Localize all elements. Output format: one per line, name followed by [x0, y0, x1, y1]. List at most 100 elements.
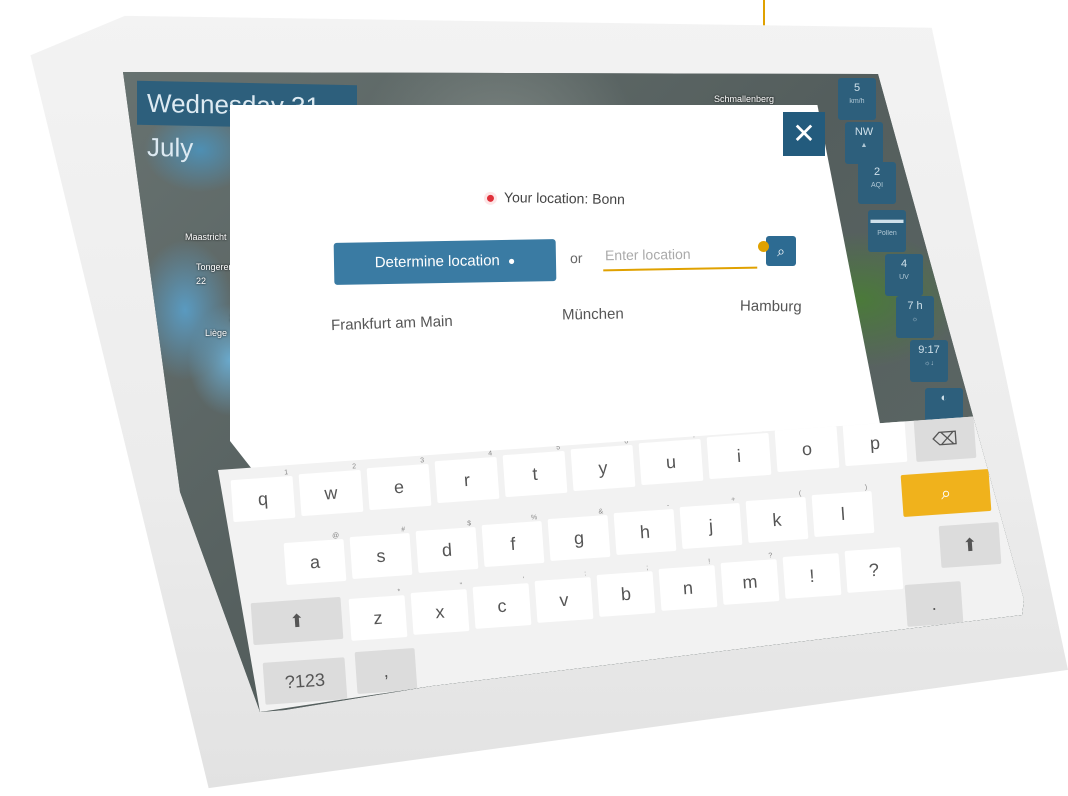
- side-panel-sub: UV: [899, 274, 909, 281]
- key-row3-8[interactable]: ?: [844, 547, 904, 593]
- key-label: f: [509, 533, 517, 555]
- side-panel-sub: ☼: [911, 316, 919, 323]
- key-j[interactable]: j +: [679, 496, 743, 550]
- symbols-key[interactable]: ?123: [262, 657, 348, 705]
- key-hint: &: [598, 508, 604, 516]
- key-label: ⌕: [940, 482, 952, 504]
- key-label: ?123: [284, 669, 326, 693]
- current-location-text: Your location: Bonn: [503, 189, 626, 208]
- key-l[interactable]: l): [811, 484, 875, 538]
- key-y[interactable]: y6: [570, 438, 636, 492]
- key-t[interactable]: t5: [502, 444, 568, 498]
- side-panel-value: 2: [873, 166, 881, 178]
- side-panel-sub: Pollen: [877, 230, 897, 237]
- key-s[interactable]: s #: [349, 526, 413, 580]
- side-panel-value: ◐: [940, 392, 948, 404]
- key-row3-7[interactable]: !: [782, 553, 842, 599]
- key-label: p: [869, 432, 881, 454]
- key-label: t: [531, 464, 539, 485]
- backspace-key[interactable]: ⌫: [913, 415, 977, 463]
- key-i[interactable]: i8: [706, 426, 772, 479]
- key-label: ⬆: [961, 534, 979, 556]
- key-hint: #: [401, 526, 406, 534]
- key-label: u: [665, 451, 677, 473]
- side-panel-value: NW: [854, 126, 874, 138]
- key-g[interactable]: g &: [547, 508, 611, 562]
- side-panel-item[interactable]: 9:17 ☼↓: [910, 340, 948, 382]
- determine-location-button[interactable]: Determine location ●: [333, 239, 557, 285]
- location-input[interactable]: [602, 238, 758, 272]
- key-label: ,: [382, 660, 390, 682]
- search-button[interactable]: ⌕: [766, 236, 796, 266]
- side-panel-item[interactable]: ▬▬▬ Pollen: [868, 210, 906, 252]
- side-panel-value: ▬▬▬: [870, 214, 904, 226]
- key-label: c: [496, 595, 508, 617]
- key-label: ⬆: [288, 610, 306, 632]
- key-hint: @: [331, 532, 340, 540]
- key-label: x: [434, 601, 446, 623]
- key-row3-6[interactable]: m?: [720, 552, 780, 605]
- key-d[interactable]: d $: [415, 520, 479, 574]
- key-row3-4[interactable]: b;: [596, 564, 656, 617]
- key-hint: ;: [646, 564, 649, 572]
- key-a[interactable]: a @: [283, 532, 347, 586]
- key-e[interactable]: e3: [366, 457, 432, 510]
- key-q[interactable]: q1: [230, 469, 296, 523]
- key-label: k: [771, 509, 783, 531]
- map-label-maastricht: Maastricht: [185, 232, 227, 242]
- key-hint: %: [530, 514, 538, 522]
- period-key[interactable]: .: [904, 581, 964, 627]
- city-muenchen[interactable]: München: [562, 305, 624, 323]
- side-panel-item[interactable]: 4 UV: [885, 254, 923, 296]
- map-label-schmallenberg: Schmallenberg: [714, 94, 775, 104]
- side-panel-sub: ▲: [860, 142, 868, 149]
- key-row3-5[interactable]: n!: [658, 558, 718, 611]
- side-panel-value: 4: [900, 258, 908, 270]
- key-u[interactable]: u7: [638, 432, 704, 485]
- key-label: i: [736, 445, 742, 466]
- key-label: ⌫: [931, 428, 959, 450]
- key-label: w: [323, 482, 339, 504]
- determine-location-label: Determine location: [374, 252, 500, 272]
- side-panel-sub: AQI: [870, 182, 884, 189]
- map-label-temp: 22: [196, 276, 207, 286]
- key-hint: :: [584, 570, 587, 578]
- key-label: v: [558, 589, 570, 611]
- key-hint: +: [730, 496, 736, 504]
- key-label: ?: [868, 559, 880, 581]
- key-hint: -: [666, 502, 670, 510]
- key-label: .: [930, 593, 938, 615]
- shift-key[interactable]: ⬆: [250, 596, 344, 646]
- key-row3-3[interactable]: v:: [534, 570, 594, 623]
- shift-key-right[interactable]: ⬆: [938, 521, 1002, 569]
- city-hamburg[interactable]: Hamburg: [740, 297, 802, 315]
- close-button[interactable]: ✕: [783, 112, 825, 156]
- key-hint: $: [467, 520, 472, 528]
- side-panel-value: 9:17: [918, 344, 940, 356]
- side-panel-item[interactable]: 5 km/h: [838, 78, 876, 120]
- side-panel-item[interactable]: NW ▲: [845, 122, 883, 164]
- key-hint: ": [459, 582, 463, 590]
- current-location: Your location: Bonn: [486, 189, 626, 208]
- key-f[interactable]: f%: [481, 514, 545, 568]
- key-o[interactable]: o9: [774, 420, 840, 473]
- key-p[interactable]: p0: [842, 414, 908, 467]
- key-row3-1[interactable]: x ": [410, 582, 470, 635]
- key-r[interactable]: r4: [434, 451, 500, 504]
- key-label: z: [372, 607, 384, 629]
- side-panel-item[interactable]: 2 AQI: [858, 162, 896, 204]
- key-row3-2[interactable]: c ': [472, 576, 532, 629]
- key-label: y: [597, 457, 609, 479]
- search-key[interactable]: ⌕: [900, 468, 992, 518]
- key-label: j: [708, 515, 714, 537]
- side-panel-item[interactable]: 7 h ☼: [896, 296, 934, 338]
- key-label: g: [573, 527, 585, 549]
- key-hint: 2: [352, 462, 357, 471]
- key-k[interactable]: k(: [745, 490, 809, 544]
- map-label-liege: Liège: [205, 328, 228, 338]
- key-w[interactable]: w2: [298, 463, 364, 516]
- key-row3-0[interactable]: z *: [348, 588, 408, 641]
- key-hint: 1: [284, 469, 289, 477]
- key-h[interactable]: h-: [613, 502, 677, 556]
- comma-key[interactable]: ,: [354, 647, 418, 695]
